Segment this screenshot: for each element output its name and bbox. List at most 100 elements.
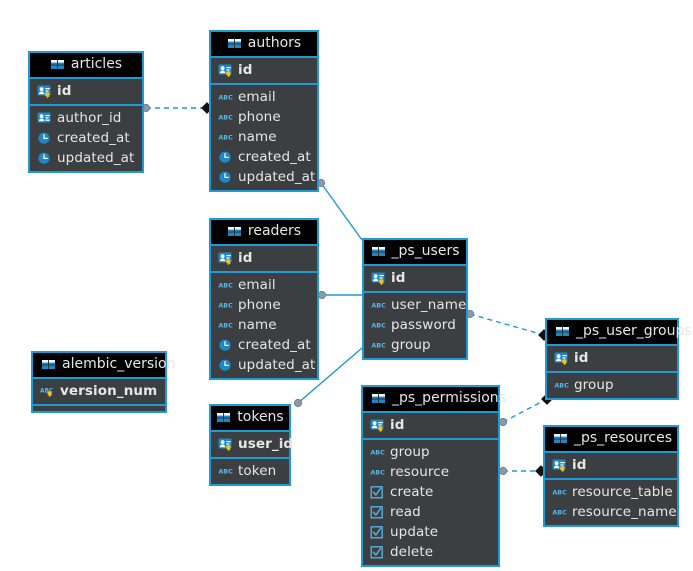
attribute-row[interactable]: id <box>364 268 466 288</box>
attribute-row[interactable]: read <box>363 502 498 522</box>
attribute-row[interactable]: ABC phone <box>211 295 317 315</box>
entity-table-tokens[interactable]: tokens user_id ABC token <box>209 404 293 486</box>
attribute-label: phone <box>238 297 281 313</box>
entity-table-authors[interactable]: authors id ABC email ABC phone ABC name created_… <box>209 30 319 192</box>
entity-table-alembic_version[interactable]: alembic_version ABC version_num <box>31 351 175 413</box>
attribute-row[interactable]: ABC email <box>211 275 317 295</box>
entity-name: _ps_user_groups <box>576 323 692 339</box>
attribute-label: id <box>391 270 406 286</box>
attribute-row[interactable]: id <box>211 60 317 80</box>
entity-table-_ps_permissions[interactable]: _ps_permissionsid ABC group ABC resource crea… <box>361 385 506 567</box>
relationship-articles-authors[interactable] <box>141 102 213 114</box>
attribute-label: updated_at <box>238 169 316 185</box>
entity-table-_ps_user_groups[interactable]: _ps_user_groupsid ABC group <box>545 318 692 400</box>
attribute-row[interactable]: ABC group <box>547 375 677 395</box>
attribute-row[interactable]: ABC resource_name <box>545 502 677 522</box>
relationship-ps_permissions-ps_resources[interactable] <box>498 465 547 477</box>
relationship-ps_users-ps_user_groups[interactable] <box>465 309 550 341</box>
entity-table-articles[interactable]: articles id author_id created_at updated_at <box>28 51 144 173</box>
entity-title[interactable]: _ps_permissions <box>363 387 506 411</box>
primary-key-section: id <box>211 244 317 271</box>
text-icon: ABC <box>371 298 386 313</box>
entity-name: tokens <box>237 409 284 425</box>
datetime-icon <box>218 170 233 185</box>
relationship-authors-ps_users[interactable] <box>316 178 363 241</box>
datetime-icon <box>218 150 233 165</box>
attribute-label: id <box>390 417 405 433</box>
table-icon <box>227 36 242 51</box>
attribute-row[interactable]: id <box>363 415 498 435</box>
text-icon: ABC <box>552 485 567 500</box>
attribute-row[interactable]: ABC group <box>363 442 498 462</box>
datetime-icon <box>37 151 52 166</box>
entity-table-_ps_users[interactable]: _ps_users id ABC user_name ABC password ABC gro… <box>362 238 468 360</box>
attribute-label: read <box>390 504 421 520</box>
primary-key-section: id <box>545 451 677 478</box>
entity-name: articles <box>70 56 123 72</box>
attribute-label: created_at <box>57 130 130 146</box>
svg-text:ABC: ABC <box>218 134 233 141</box>
attribute-row[interactable]: id <box>211 248 317 268</box>
entity-title[interactable]: tokens <box>211 406 289 430</box>
attribute-label: password <box>391 317 456 333</box>
attribute-row[interactable]: updated_at <box>211 167 317 187</box>
columns-section: ABC user_name ABC password ABC group <box>364 291 466 358</box>
columns-section: ABC resource_table ABC resource_name <box>545 478 677 525</box>
attribute-row[interactable]: ABC user_name <box>364 295 466 315</box>
attribute-row[interactable]: ABC token <box>211 461 289 481</box>
attribute-row[interactable]: update <box>363 522 498 542</box>
attribute-label: id <box>238 250 253 266</box>
entity-title[interactable]: _ps_user_groups <box>547 320 692 344</box>
entity-table-readers[interactable]: readers id ABC email ABC phone ABC name created_… <box>209 218 319 380</box>
attribute-label: resource <box>390 464 450 480</box>
attribute-row[interactable]: ABC name <box>211 315 317 335</box>
text-icon: ABC <box>371 338 386 353</box>
attribute-row[interactable]: id <box>545 455 677 475</box>
entity-name: authors <box>247 35 302 51</box>
attribute-row[interactable]: id <box>30 81 142 101</box>
text-icon: ABC <box>218 278 233 293</box>
attribute-row[interactable]: id <box>547 348 677 368</box>
attribute-row[interactable]: ABC resource <box>363 462 498 482</box>
attribute-row[interactable]: create <box>363 482 498 502</box>
relationship-line <box>469 313 545 336</box>
attribute-label: create <box>390 484 434 500</box>
entity-table-_ps_resources[interactable]: _ps_resourcesid ABC resource_table ABC resou… <box>543 425 679 527</box>
attribute-row[interactable]: created_at <box>211 147 317 167</box>
attribute-row[interactable]: ABC password <box>364 315 466 335</box>
attribute-row[interactable]: updated_at <box>30 148 142 168</box>
svg-text:ABC: ABC <box>370 469 385 476</box>
entity-name: _ps_resources <box>574 430 673 446</box>
entity-title[interactable]: _ps_resources <box>545 427 677 451</box>
text-icon: ABC <box>218 318 233 333</box>
columns-section <box>33 404 165 411</box>
attribute-label: id <box>57 83 72 99</box>
attribute-row[interactable]: ABC group <box>364 335 466 355</box>
entity-title[interactable]: articles <box>30 53 142 77</box>
attribute-row[interactable]: ABC phone <box>211 107 317 127</box>
attribute-row[interactable]: created_at <box>211 335 317 355</box>
primary-key-section: id <box>547 344 677 371</box>
entity-title[interactable]: readers <box>211 220 317 244</box>
text-icon: ABC <box>218 298 233 313</box>
entity-title[interactable]: _ps_users <box>364 240 466 264</box>
boolean-checkbox-icon <box>370 505 385 520</box>
entity-title[interactable]: alembic_version <box>33 353 175 377</box>
attribute-row[interactable]: author_id <box>30 108 142 128</box>
attribute-row[interactable]: ABC version_num <box>33 381 165 401</box>
columns-section: ABC group <box>547 371 677 398</box>
attribute-row[interactable]: delete <box>363 542 498 562</box>
attribute-row[interactable]: user_id <box>211 434 293 454</box>
attribute-row[interactable]: ABC resource_table <box>545 482 677 502</box>
relationship-readers-ps_users[interactable] <box>317 290 362 300</box>
entity-title[interactable]: authors <box>211 32 317 56</box>
svg-text:ABC: ABC <box>554 382 569 389</box>
columns-section: ABC token <box>211 457 289 484</box>
attribute-row[interactable]: created_at <box>30 128 142 148</box>
attribute-label: group <box>574 377 614 393</box>
attribute-row[interactable]: updated_at <box>211 355 317 375</box>
attribute-row[interactable]: ABC email <box>211 87 317 107</box>
boolean-checkbox-icon <box>370 545 385 560</box>
attribute-label: id <box>572 457 587 473</box>
attribute-row[interactable]: ABC name <box>211 127 317 147</box>
